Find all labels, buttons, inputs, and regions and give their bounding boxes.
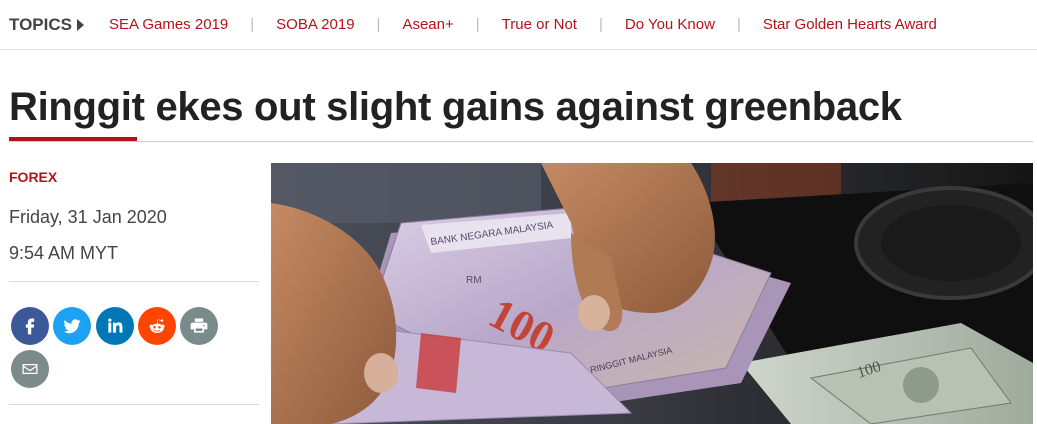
article-hero-image: 100 BANK NEGARA MALAYSIA 100 RM RINGGIT …	[271, 163, 1033, 424]
printer-icon	[190, 318, 208, 333]
article-time: 9:54 AM MYT	[9, 243, 119, 263]
meta-divider	[9, 281, 259, 282]
topic-separator: |	[250, 16, 255, 33]
headline-accent-underline	[9, 137, 137, 141]
topics-list: SEA Games 2019 | SOBA 2019 | Asean+ | Tr…	[109, 16, 937, 33]
share-divider	[9, 404, 259, 405]
caret-right-icon	[76, 18, 84, 31]
share-email-button[interactable]	[11, 350, 49, 388]
money-counting-photo: 100 BANK NEGARA MALAYSIA 100 RM RINGGIT …	[271, 163, 1033, 424]
topic-link-soba-2019[interactable]: SOBA 2019	[276, 16, 354, 33]
topic-link-do-you-know[interactable]: Do You Know	[625, 16, 715, 33]
rm-text: RM	[466, 275, 482, 286]
topic-link-true-or-not[interactable]: True or Not	[502, 16, 577, 33]
facebook-icon	[25, 318, 35, 335]
article-headline: Ringgit ekes out slight gains against gr…	[9, 85, 902, 129]
topic-separator: |	[475, 16, 480, 33]
twitter-icon	[63, 319, 81, 334]
topic-link-sea-games-2019[interactable]: SEA Games 2019	[109, 16, 228, 33]
topic-link-asean-plus[interactable]: Asean+	[402, 16, 453, 33]
linkedin-icon	[108, 318, 123, 333]
reddit-icon	[149, 319, 165, 333]
article-date: Friday, 31 Jan 2020	[9, 207, 167, 227]
share-twitter-button[interactable]	[53, 307, 91, 345]
share-facebook-button[interactable]	[11, 307, 49, 345]
topic-separator: |	[598, 16, 603, 33]
topic-separator: |	[736, 16, 741, 33]
print-button[interactable]	[180, 307, 218, 345]
share-linkedin-button[interactable]	[96, 307, 134, 345]
share-reddit-button[interactable]	[138, 307, 176, 345]
topics-bar: TOPICS SEA Games 2019 | SOBA 2019 | Asea…	[0, 0, 1037, 50]
headline-container: Ringgit ekes out slight gains against gr…	[9, 82, 1033, 142]
topics-label-text: TOPICS	[9, 14, 72, 34]
topic-separator: |	[376, 16, 381, 33]
article-category-link[interactable]: FOREX	[9, 169, 57, 185]
topics-label: TOPICS	[9, 15, 84, 35]
envelope-icon	[22, 364, 38, 374]
topic-link-star-golden-hearts-award[interactable]: Star Golden Hearts Award	[763, 16, 937, 33]
